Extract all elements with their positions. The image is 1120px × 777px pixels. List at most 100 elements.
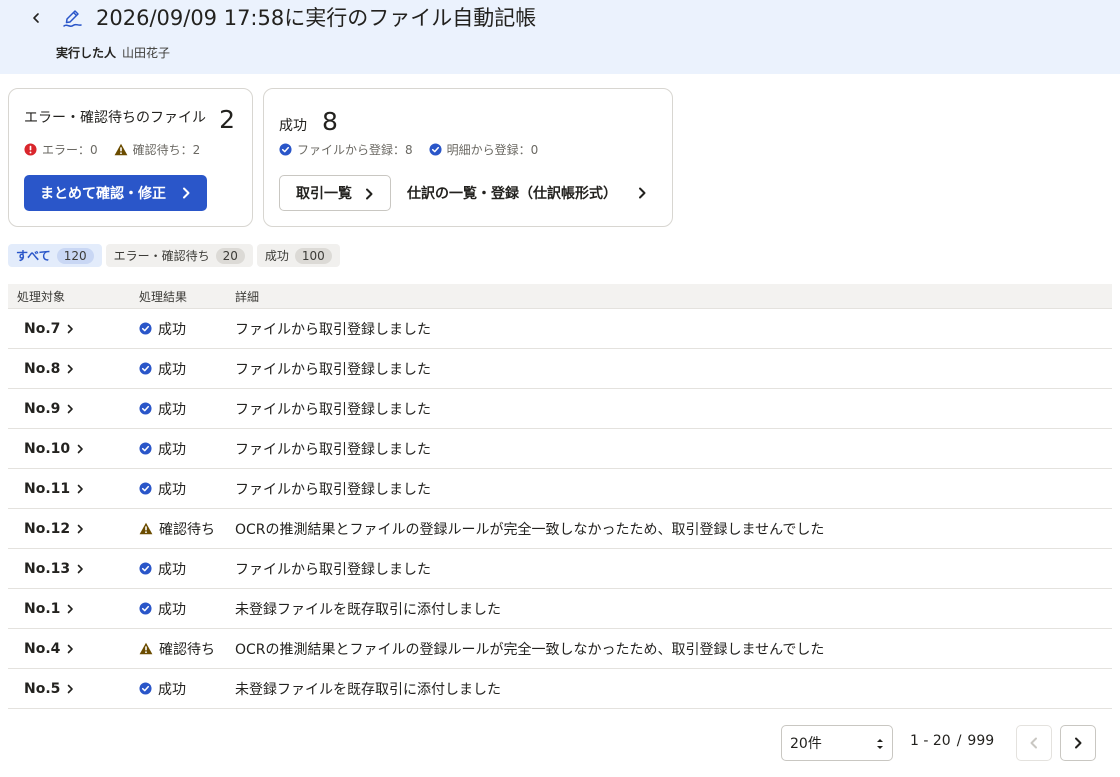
success-summary-count: 8: [322, 107, 338, 136]
table-row: No.12 確認待ち OCRの推測結果とファイルの登録ルールが完全一致しなかったため…: [8, 509, 1112, 549]
table-row: No.1 成功 未登録ファイルを既存取引に添付しました: [8, 589, 1112, 629]
chevron-right-icon: [77, 564, 83, 573]
row-detail: OCRの推測結果とファイルの登録ルールが完全一致しなかったため、取引登録しません…: [235, 641, 825, 658]
row-detail: ファイルから取引登録しました: [235, 361, 431, 378]
check-circle-icon: [139, 442, 152, 455]
table-body: No.7 成功 ファイルから取引登録しました No.8 成功 ファイルから取引登録しました…: [8, 309, 1112, 709]
per-page-value: 20件: [790, 736, 822, 752]
chevron-right-icon: [68, 684, 74, 693]
row-detail: ファイルから取引登録しました: [235, 401, 431, 418]
table-header: 処理対象 処理結果 詳細: [8, 284, 1112, 309]
row-target-link[interactable]: No.1: [8, 601, 131, 617]
row-target-label: No.8: [24, 360, 61, 377]
error-stat-text: エラー：0: [42, 143, 98, 157]
row-status: 確認待ち: [131, 639, 227, 659]
file-stat: ファイルから登録：8: [279, 141, 413, 158]
row-status: 成功: [131, 439, 227, 459]
row-status-label: 成功: [158, 561, 186, 578]
filter-tab-label: エラー・確認待ち: [113, 249, 210, 263]
select-arrows-icon: [877, 739, 883, 749]
row-detail: ファイルから取引登録しました: [235, 441, 431, 458]
column-header-detail: 詳細: [235, 289, 260, 304]
row-detail: OCRの推測結果とファイルの登録ルールが完全一致しなかったため、取引登録しません…: [235, 521, 825, 538]
check-circle-icon: [139, 562, 152, 575]
success-summary-card: 成功 8 ファイルから登録：8 明細から登録：0 取引一覧 仕訳の一覧・登録（仕…: [263, 88, 673, 227]
detail-stat-text: 明細から登録：0: [446, 143, 539, 157]
warning-triangle-icon: [114, 143, 128, 156]
row-status: 成功: [131, 599, 227, 619]
success-summary-stats: ファイルから登録：8 明細から登録：0: [279, 141, 554, 158]
row-target-label: No.4: [24, 640, 61, 657]
table-row: No.4 確認待ち OCRの推測結果とファイルの登録ルールが完全一致しなかったため、…: [8, 629, 1112, 669]
row-target-link[interactable]: No.4: [8, 641, 131, 657]
row-status-label: 成功: [158, 401, 186, 418]
deals-list-button[interactable]: 取引一覧: [279, 175, 391, 211]
chevron-right-icon: [639, 187, 646, 199]
row-target-label: No.10: [24, 440, 71, 457]
row-status-label: 成功: [158, 361, 186, 378]
chevron-right-icon: [68, 364, 74, 373]
column-header-result: 処理結果: [139, 289, 188, 304]
filter-tabs: すべて 120 エラー・確認待ち 20 成功 100: [8, 244, 344, 267]
row-target-link[interactable]: No.8: [8, 361, 131, 377]
filter-tab-count: 20: [215, 247, 245, 264]
row-detail: 未登録ファイルを既存取引に添付しました: [235, 681, 501, 698]
success-summary-head: 成功 8: [279, 107, 338, 136]
row-status: 成功: [131, 399, 227, 419]
chevron-left-icon: [33, 13, 39, 23]
next-page-button[interactable]: [1060, 725, 1096, 761]
table-row: No.13 成功 ファイルから取引登録しました: [8, 549, 1112, 589]
filter-tab-count: 100: [294, 247, 332, 264]
row-detail: 未登録ファイルを既存取引に添付しました: [235, 601, 501, 618]
back-button[interactable]: [24, 6, 48, 30]
row-target-label: No.7: [24, 320, 61, 337]
row-target-label: No.1: [24, 600, 61, 617]
row-target-link[interactable]: No.7: [8, 321, 131, 337]
prev-page-button[interactable]: [1016, 725, 1052, 761]
row-status-label: 成功: [158, 481, 186, 498]
row-status-label: 成功: [158, 681, 186, 698]
row-status: 確認待ち: [131, 519, 227, 539]
row-status: 成功: [131, 679, 227, 699]
row-target-link[interactable]: No.13: [8, 561, 131, 577]
check-circle-icon: [279, 143, 292, 156]
filter-tab-count: 120: [56, 247, 94, 264]
row-target-link[interactable]: No.10: [8, 441, 131, 457]
filter-tab-all[interactable]: すべて 120: [8, 244, 102, 267]
chevron-right-icon: [77, 444, 83, 453]
row-target-link[interactable]: No.5: [8, 681, 131, 697]
warning-triangle-icon: [139, 642, 153, 655]
chevron-right-icon: [68, 324, 74, 333]
page-range-separator: /: [956, 733, 962, 749]
error-summary-count: 2: [219, 105, 235, 134]
filter-tab-success[interactable]: 成功 100: [256, 244, 340, 267]
chevron-right-icon: [77, 484, 83, 493]
executor-label: 実行した人: [56, 46, 117, 60]
deals-list-label: 取引一覧: [296, 186, 352, 202]
row-target-label: No.9: [24, 400, 61, 417]
bulk-review-button[interactable]: まとめて確認・修正: [24, 175, 207, 211]
row-target-link[interactable]: No.12: [8, 521, 131, 537]
chevron-right-icon: [77, 524, 83, 533]
row-status: 成功: [131, 559, 227, 579]
journal-list-button[interactable]: 仕訳の一覧・登録（仕訳帳形式）: [407, 175, 649, 211]
executor-name: 山田花子: [122, 46, 171, 60]
error-stat: エラー：0: [24, 141, 98, 158]
row-target-label: No.12: [24, 520, 71, 537]
error-summary-card: エラー・確認待ちのファイル 2 エラー：0 確認待ち：2 まとめて確認・修正: [8, 88, 253, 227]
row-target-link[interactable]: No.9: [8, 401, 131, 417]
row-status-label: 成功: [158, 441, 186, 458]
check-circle-icon: [139, 602, 152, 615]
error-summary-head: エラー・確認待ちのファイル: [24, 107, 206, 127]
page-title: 2026/09/09 17:58に実行のファイル自動記帳: [96, 6, 537, 30]
filter-tab-error-pending[interactable]: エラー・確認待ち 20: [105, 244, 253, 267]
per-page-select[interactable]: 20件: [781, 725, 893, 761]
chevron-right-icon: [1075, 737, 1082, 749]
table-row: No.8 成功 ファイルから取引登録しました: [8, 349, 1112, 389]
row-target-link[interactable]: No.11: [8, 481, 131, 497]
check-circle-icon: [139, 682, 152, 695]
row-status-label: 確認待ち: [159, 521, 215, 538]
executor-info: 実行した人 山田花子: [56, 45, 170, 61]
bulk-review-label: まとめて確認・修正: [40, 186, 166, 202]
row-detail: ファイルから取引登録しました: [235, 561, 431, 578]
